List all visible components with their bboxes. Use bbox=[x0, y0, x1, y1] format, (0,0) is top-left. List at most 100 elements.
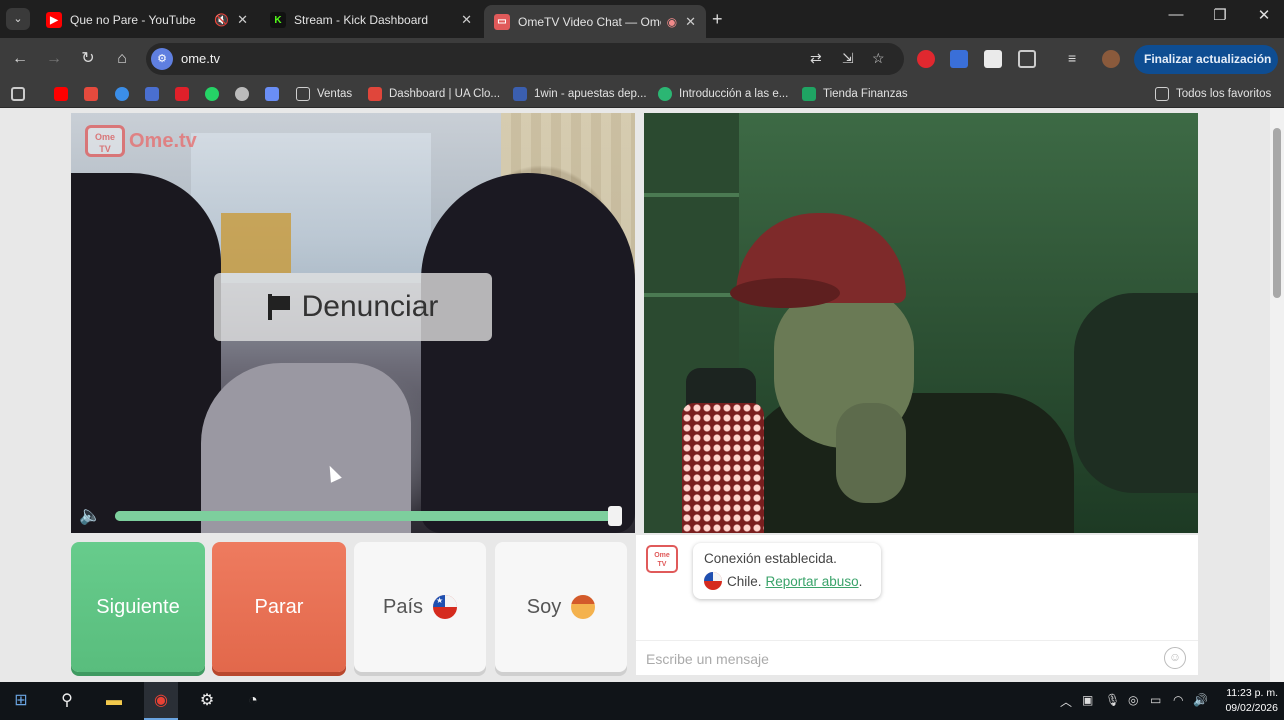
wifi-icon[interactable]: ◠ bbox=[1173, 693, 1183, 707]
stop-button[interactable]: Parar bbox=[212, 542, 346, 672]
kick-icon: K bbox=[270, 12, 286, 28]
translate-icon[interactable]: ⇄ bbox=[810, 50, 822, 67]
microphone-icon[interactable]: 🎙 bbox=[1105, 693, 1120, 707]
report-button-label: Denunciar bbox=[301, 290, 439, 323]
obs-icon[interactable]: ◔ bbox=[242, 690, 264, 712]
extension-red-icon[interactable] bbox=[917, 50, 935, 68]
home-icon[interactable]: ⌂ bbox=[110, 48, 134, 70]
country-button[interactable]: País ★ bbox=[354, 542, 486, 672]
flag-icon bbox=[267, 294, 290, 320]
stranger-video: Ome TV Ome.tv Denunciar 🔈 bbox=[71, 113, 635, 533]
bookmark-tienda-finanzas[interactable]: Tienda Finanzas bbox=[802, 86, 908, 102]
clock-date: 09/02/2026 bbox=[1225, 702, 1278, 714]
gmail-bookmark-icon[interactable] bbox=[84, 87, 98, 101]
volume-icon[interactable]: 🔈 bbox=[79, 505, 101, 526]
mail-bookmark-icon[interactable] bbox=[145, 87, 159, 101]
own-camera-video bbox=[644, 113, 1198, 533]
tab-kick[interactable]: K Stream - Kick Dashboard ✕ bbox=[260, 5, 482, 35]
connection-status: Conexión establecida. bbox=[704, 551, 837, 566]
volume-slider[interactable] bbox=[115, 511, 619, 521]
whatsapp-bookmark-icon[interactable] bbox=[205, 87, 219, 101]
tray-camera-icon[interactable]: ◎ bbox=[1128, 693, 1138, 707]
back-icon[interactable]: ← bbox=[8, 48, 32, 70]
video-shelf bbox=[221, 213, 291, 273]
boy-icon bbox=[571, 595, 596, 619]
bookmark-star-icon[interactable]: ☆ bbox=[872, 50, 885, 67]
cloud-bookmark-icon[interactable] bbox=[115, 87, 129, 101]
bookmark-label: Todos los favoritos bbox=[1176, 88, 1272, 100]
windows-start-icon[interactable]: ⊞ bbox=[10, 690, 32, 712]
ometv-page: Ome TV Ome.tv Denunciar 🔈 Siguiente Para… bbox=[0, 108, 1270, 682]
forward-icon[interactable]: → bbox=[42, 48, 66, 70]
report-abuse-link[interactable]: Reportar abuso bbox=[766, 574, 859, 589]
tab-title: OmeTV Video Chat — Ome bbox=[518, 14, 661, 29]
close-window-icon[interactable]: ✕ bbox=[1244, 6, 1284, 24]
youtube-icon: ▶ bbox=[46, 12, 62, 28]
next-button-label: Siguiente bbox=[96, 595, 180, 618]
ometv-logo: Ome TV Ome.tv bbox=[85, 125, 197, 157]
scrollbar-thumb[interactable] bbox=[1273, 128, 1281, 298]
browser-toolbar: ← → ↻ ⌂ ⚙ ome.tv ⇄ ⇲ ☆ ≡ Finalizar actua… bbox=[0, 38, 1284, 95]
search-icon[interactable]: ⚲ bbox=[56, 690, 78, 712]
1win-icon bbox=[513, 87, 527, 101]
extension-check-icon[interactable] bbox=[984, 50, 1002, 68]
partner-country: Chile. bbox=[727, 573, 762, 589]
intro-icon bbox=[658, 87, 672, 101]
tab-ometv[interactable]: ▭ OmeTV Video Chat — Ome ◉ ✕ bbox=[484, 5, 706, 38]
site-info-icon[interactable]: ⚙ bbox=[151, 48, 173, 70]
country-button-label: País bbox=[382, 595, 424, 618]
tab-youtube[interactable]: ▶ Que no Pare - YouTube 🔇 ✕ bbox=[36, 5, 258, 35]
page-scrollbar[interactable] bbox=[1270, 108, 1284, 682]
media-control-icon[interactable]: ≡ bbox=[1068, 50, 1086, 68]
extension-translate-icon[interactable] bbox=[950, 50, 968, 68]
bookmark-label: Ventas bbox=[317, 88, 353, 100]
sheets-icon bbox=[802, 87, 816, 101]
speaker-icon[interactable]: 🔊 bbox=[1193, 693, 1208, 707]
gemini-bookmark-icon[interactable] bbox=[265, 87, 279, 101]
emoji-icon[interactable]: ☺ bbox=[1164, 647, 1186, 669]
apps-grid-icon[interactable] bbox=[11, 87, 25, 101]
chatgpt-bookmark-icon[interactable] bbox=[235, 87, 249, 101]
reload-icon[interactable]: ↻ bbox=[76, 48, 100, 70]
clock-time: 11:23 p. m. bbox=[1226, 687, 1278, 699]
message-input[interactable] bbox=[646, 650, 1146, 668]
url-text[interactable]: ome.tv bbox=[181, 51, 220, 66]
install-app-icon[interactable]: ⇲ bbox=[842, 50, 854, 67]
update-button[interactable]: Finalizar actualización ⋮ bbox=[1134, 45, 1278, 95]
tab-search-button[interactable]: ⌄ bbox=[6, 8, 30, 30]
tray-chevron-icon[interactable]: ︿ bbox=[1060, 693, 1072, 710]
chrome-icon[interactable]: ◉ bbox=[150, 690, 172, 712]
red-bookmark-icon[interactable] bbox=[175, 87, 189, 101]
windows-taskbar: ⊞ ⚲ ▬ ◉ ⚙ ◔ ︿ ▣ 🎙 ◎ ▭ ◠ 🔊 11:23 p. m. 09… bbox=[0, 682, 1284, 720]
youtube-bookmark-icon[interactable] bbox=[54, 87, 68, 101]
ometv-icon: ▭ bbox=[494, 13, 510, 30]
report-button[interactable]: Denunciar bbox=[214, 273, 492, 341]
file-explorer-icon[interactable]: ▬ bbox=[103, 690, 125, 712]
volume-slider-handle[interactable] bbox=[608, 506, 622, 526]
tray-app-icon[interactable]: ▣ bbox=[1082, 693, 1093, 707]
close-icon[interactable]: ✕ bbox=[685, 14, 696, 30]
muted-icon[interactable]: 🔇 bbox=[214, 13, 229, 27]
settings-gear-icon[interactable]: ⚙ bbox=[196, 690, 218, 712]
gender-button[interactable]: Soy bbox=[495, 542, 627, 672]
video-person-shirt bbox=[201, 363, 411, 533]
bookmark-ventas[interactable]: Ventas bbox=[296, 86, 352, 102]
close-icon[interactable]: ✕ bbox=[237, 12, 248, 28]
restore-icon[interactable]: ❐ bbox=[1200, 6, 1240, 24]
extensions-puzzle-icon[interactable] bbox=[1018, 50, 1036, 68]
battery-icon[interactable]: ▭ bbox=[1150, 693, 1161, 707]
next-button[interactable]: Siguiente bbox=[71, 542, 205, 672]
bookmark-introduccion[interactable]: Introducción a las e... bbox=[658, 86, 788, 102]
bookmark-dashboard[interactable]: Dashboard | UA Clo... bbox=[368, 86, 500, 102]
close-icon[interactable]: ✕ bbox=[461, 12, 472, 28]
bookmark-1win[interactable]: 1win - apuestas dep... bbox=[513, 86, 647, 102]
profile-avatar[interactable] bbox=[1102, 50, 1120, 68]
all-bookmarks[interactable]: Todos los favoritos bbox=[1155, 86, 1271, 102]
minimize-icon[interactable]: — bbox=[1156, 6, 1196, 23]
address-bar[interactable]: ⚙ ome.tv ⇄ ⇲ ☆ bbox=[146, 43, 904, 75]
system-clock[interactable]: 11:23 p. m. 09/02/2026 bbox=[1218, 686, 1278, 716]
video-person-cap-brim bbox=[730, 278, 840, 308]
new-tab-icon[interactable]: + bbox=[712, 9, 723, 30]
tab-title: Stream - Kick Dashboard bbox=[294, 13, 429, 27]
chile-flag-icon: ★ bbox=[433, 595, 458, 619]
